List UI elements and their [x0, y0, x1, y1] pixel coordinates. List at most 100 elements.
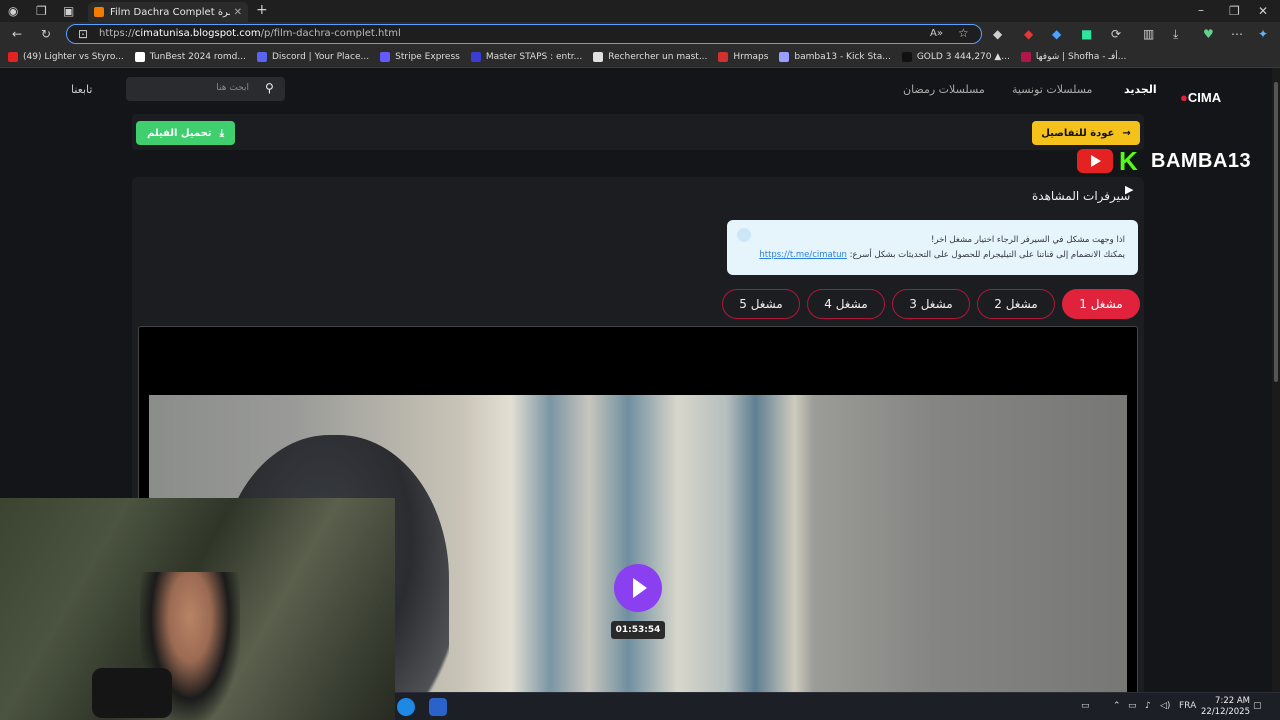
bookmark-favicon-icon: [134, 51, 145, 62]
bookmark-favicon-icon: [718, 51, 729, 62]
webcam-microphone: [92, 668, 172, 718]
browser-toolbar: ← ↻ https://cimatunisa.blogspot.com/p/fi…: [0, 22, 1280, 46]
download-button-label: تحميل الفيلم: [147, 127, 212, 139]
server-1-button[interactable]: مشغل 1: [1062, 289, 1140, 319]
app-taskbar-icon[interactable]: [429, 698, 447, 716]
notifications-icon[interactable]: ▢: [1253, 701, 1262, 711]
url-domain: cimatunisa.blogspot.com: [134, 28, 261, 39]
notice-line-2-text: يمكنك الانضمام إلى قناتنا على التيليجرام…: [849, 250, 1125, 260]
split-screen-icon[interactable]: ▥: [1143, 28, 1154, 40]
bookmark-item[interactable]: bamba13 - Kick Sta...: [779, 51, 891, 62]
profile-icon[interactable]: ◉: [8, 5, 18, 17]
copilot-icon[interactable]: ✦: [1258, 28, 1268, 40]
bookmark-item[interactable]: Hrmaps: [718, 51, 769, 62]
site-header: ●CIMA الجديد مسلسلات تونسية مسلسلات رمضا…: [0, 68, 1272, 114]
search-placeholder: ابحث هنا: [216, 83, 249, 93]
nav-new[interactable]: الجديد: [1124, 83, 1157, 96]
language-indicator[interactable]: FRA: [1179, 701, 1196, 711]
clock-time: 7:22 AM: [1215, 696, 1250, 706]
servers-title: سيرفرات المشاهدة: [1032, 189, 1131, 203]
favorite-star-icon[interactable]: ☆: [958, 27, 969, 39]
play-button[interactable]: [614, 564, 662, 612]
browser-essentials-icon[interactable]: ♥: [1203, 28, 1214, 40]
tab-title: Film Dachra Complet الرعب دشرة: [110, 6, 230, 18]
back-to-details-button[interactable]: عودة للتفاصيل →: [1032, 121, 1140, 145]
site-info-icon[interactable]: ⊡: [78, 28, 88, 40]
logo-text: CIMA: [1187, 90, 1222, 105]
bookmark-favicon-icon: [256, 51, 267, 62]
back-button-label: عودة للتفاصيل: [1041, 127, 1115, 139]
webcam-overlay: [0, 498, 395, 720]
more-menu-icon[interactable]: ⋯: [1231, 28, 1243, 40]
server-4-button[interactable]: مشغل 4: [807, 289, 885, 319]
server-2-button[interactable]: مشغل 2: [977, 289, 1055, 319]
close-tab-icon[interactable]: ✕: [234, 7, 242, 18]
streamer-overlay: K BAMBA13: [1077, 148, 1251, 174]
chevron-up-icon[interactable]: ⌃: [1113, 701, 1121, 711]
edge-taskbar-icon[interactable]: [397, 698, 415, 716]
extensions-icon[interactable]: ⟳: [1111, 28, 1121, 40]
reload-icon[interactable]: ↻: [41, 28, 51, 40]
bookmark-item[interactable]: Master STAPS : entr...: [470, 51, 582, 62]
server-5-button[interactable]: مشغل 5: [722, 289, 800, 319]
url-prefix: https://: [99, 28, 135, 39]
extension-icon[interactable]: ◆: [993, 28, 1002, 40]
clock[interactable]: 7:22 AM 22/12/2025: [1201, 696, 1250, 718]
extension-blue-icon[interactable]: ◆: [1052, 28, 1061, 40]
info-dot-icon: [737, 228, 751, 242]
bookmark-label: Rechercher un mast...: [608, 51, 708, 62]
follow-us-label[interactable]: تابعنا: [71, 83, 92, 96]
download-movie-button[interactable]: تحميل الفيلم ⤓: [136, 121, 235, 145]
bookmark-favicon-icon: [593, 51, 604, 62]
minimize-icon[interactable]: –: [1198, 4, 1204, 16]
clock-date: 22/12/2025: [1201, 707, 1250, 717]
search-input[interactable]: ابحث هنا ⚲: [126, 77, 285, 101]
nav-ramadan-series[interactable]: مسلسلات رمضان: [903, 83, 985, 96]
downloads-icon[interactable]: ⤓: [1173, 28, 1178, 40]
bookmark-item[interactable]: (49) Lighter vs Styro...: [8, 51, 124, 62]
bookmark-item[interactable]: GOLD 3 444,270 ▲...: [901, 51, 1010, 62]
page-scrollbar[interactable]: [1272, 68, 1280, 692]
notice-line-2: يمكنك الانضمام إلى قناتنا على التيليجرام…: [727, 248, 1125, 263]
maximize-icon[interactable]: ❐: [1229, 5, 1240, 17]
microphone-icon[interactable]: ♪: [1145, 701, 1151, 711]
read-aloud-icon[interactable]: A»: [930, 28, 943, 40]
bookmark-item[interactable]: شوفها | Shofha - أفـ...: [1020, 51, 1127, 62]
bookmark-label: bamba13 - Kick Sta...: [794, 51, 891, 62]
new-tab-icon[interactable]: +: [256, 3, 268, 17]
network-icon[interactable]: ▭: [1128, 701, 1137, 711]
bookmark-item[interactable]: Rechercher un mast...: [593, 51, 708, 62]
notice-line-1: اذا وجهت مشكل في السيرفر الرجاء اختيار م…: [930, 235, 1125, 245]
extension-red-icon[interactable]: ◆: [1024, 28, 1033, 40]
bookmark-label: GOLD 3 444,270 ▲...: [916, 51, 1010, 62]
bookmark-item[interactable]: TunBest 2024 romd...: [134, 51, 246, 62]
bookmark-item[interactable]: Discord | Your Place...: [256, 51, 370, 62]
scrollbar-thumb[interactable]: [1274, 82, 1278, 382]
back-arrow-icon[interactable]: ←: [12, 28, 22, 40]
bookmark-label: Discord | Your Place...: [271, 51, 370, 62]
bookmark-favicon-icon: [779, 51, 790, 62]
bookmark-item[interactable]: Stripe Express: [380, 51, 460, 62]
search-icon[interactable]: ⚲: [265, 81, 274, 95]
tab-actions-icon[interactable]: ▣: [63, 5, 74, 17]
address-bar[interactable]: https://cimatunisa.blogspot.com/p/film-d…: [66, 24, 982, 44]
volume-icon[interactable]: ◁): [1160, 701, 1170, 711]
close-window-icon[interactable]: ✕: [1258, 5, 1268, 17]
blogger-favicon-icon: [94, 7, 104, 17]
workspaces-icon[interactable]: ❐: [36, 5, 47, 17]
tab-active[interactable]: Film Dachra Complet الرعب دشرة ✕: [88, 2, 248, 22]
extension-green-icon[interactable]: ■: [1081, 28, 1092, 40]
server-3-button[interactable]: مشغل 3: [892, 289, 970, 319]
taskbar: ▭ ⌃ ▭ ♪ ◁) FRA 7:22 AM 22/12/2025 ▢: [395, 692, 1280, 720]
bookmark-favicon-icon: [8, 51, 18, 62]
action-bar: تحميل الفيلم ⤓ عودة للتفاصيل →: [132, 114, 1144, 150]
site-logo[interactable]: ●CIMA: [1180, 90, 1221, 105]
bookmark-label: Stripe Express: [395, 51, 460, 62]
nav-tunisian-series[interactable]: مسلسلات تونسية: [1012, 83, 1092, 96]
streamer-name: BAMBA13: [1151, 149, 1252, 172]
bookmark-label: شوفها | Shofha - أفـ...: [1035, 51, 1127, 62]
url-path: /p/film-dachra-complet.html: [260, 28, 401, 39]
telegram-link[interactable]: https://t.me/cimatun: [759, 250, 847, 260]
bookmark-label: Hrmaps: [733, 51, 769, 62]
monitor-icon[interactable]: ▭: [1081, 701, 1090, 711]
